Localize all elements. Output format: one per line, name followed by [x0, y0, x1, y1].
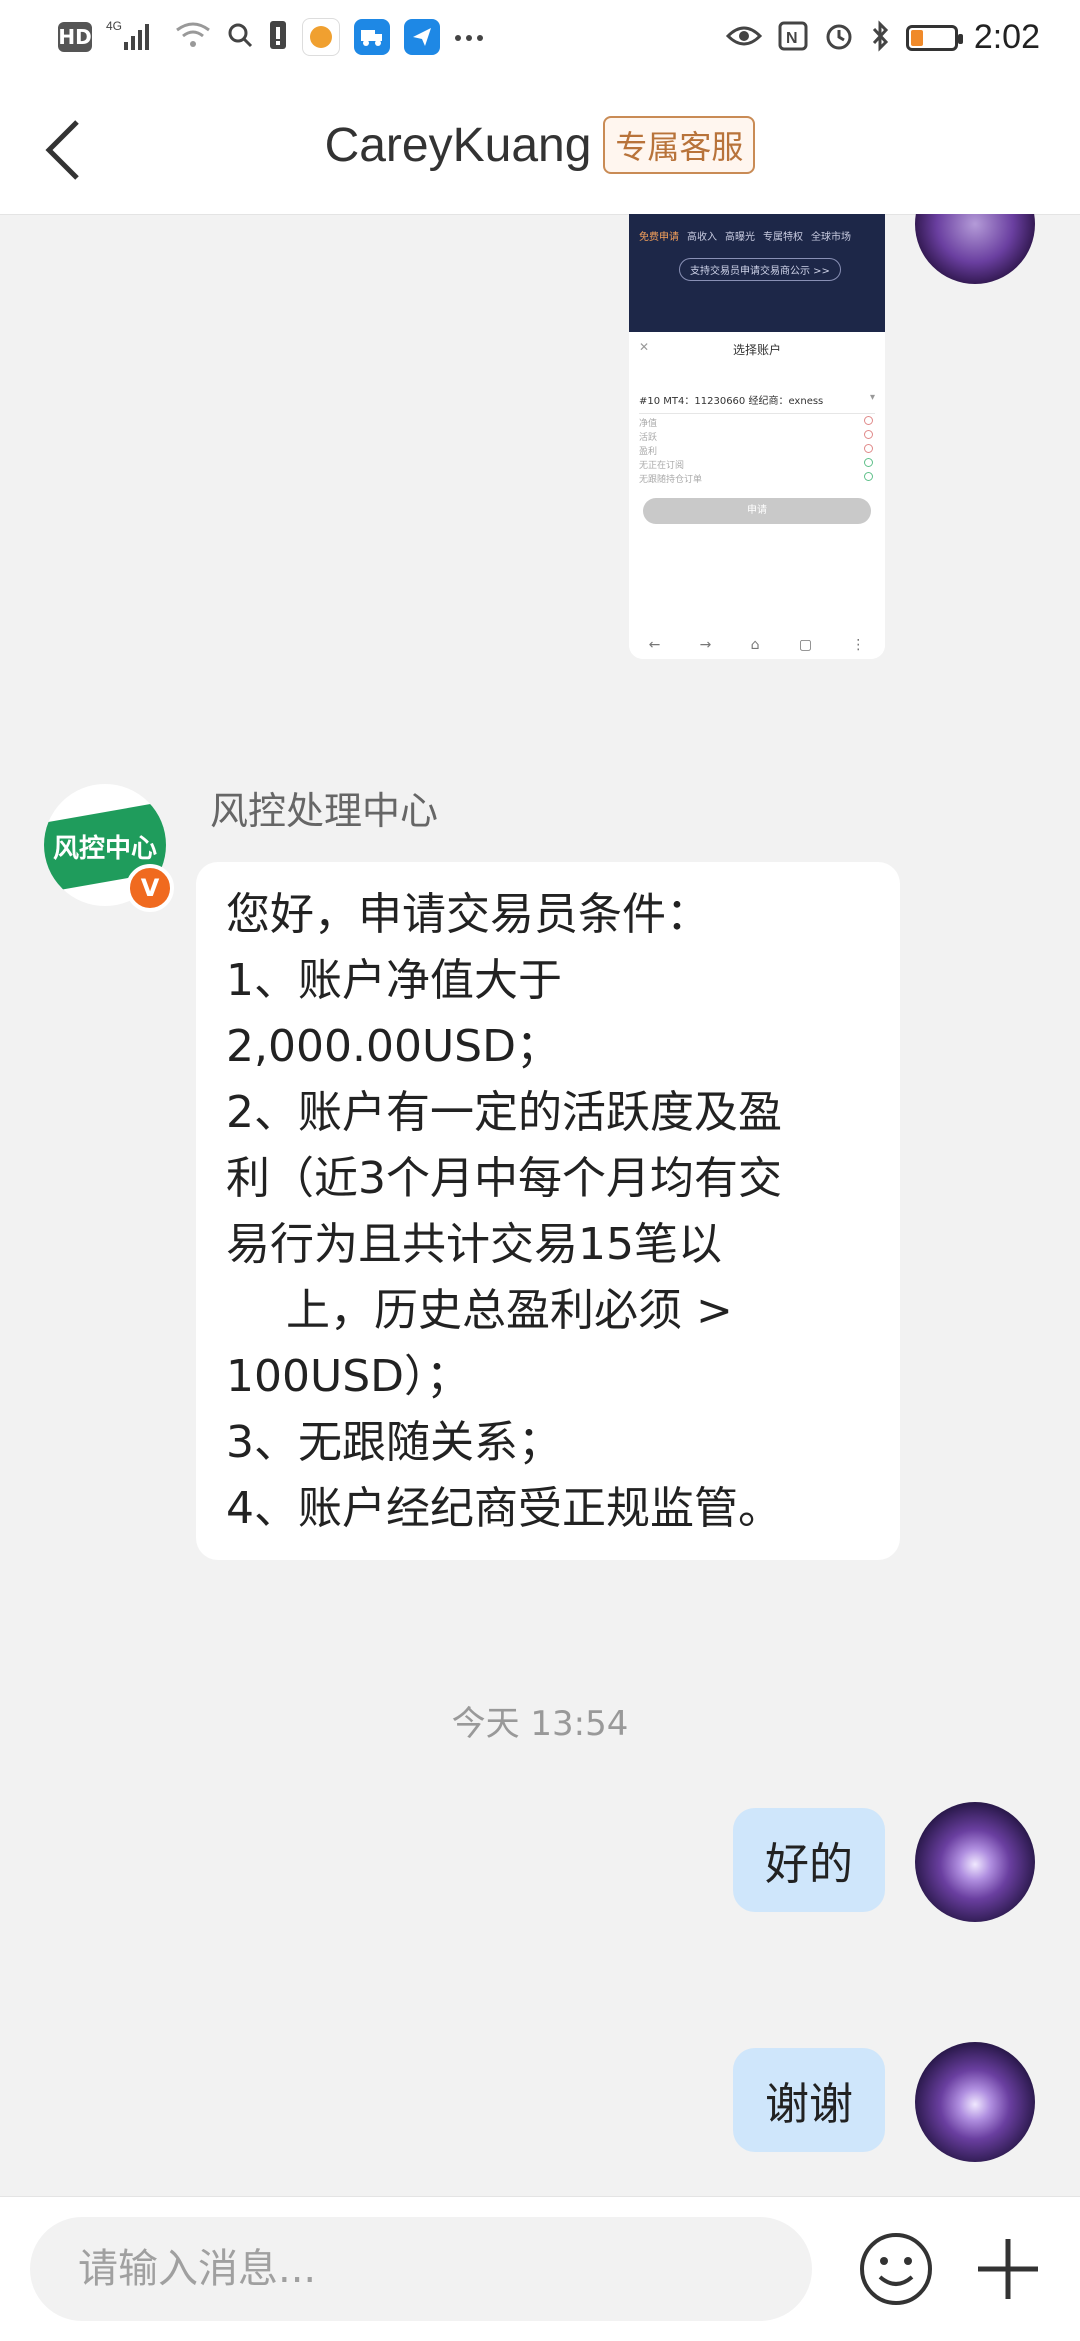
home-icon: ⌂	[750, 637, 760, 653]
delivery-app-icon	[302, 18, 340, 56]
wifi-icon	[174, 20, 212, 54]
pass-icon	[864, 458, 873, 467]
tabs-icon: ▢	[798, 637, 813, 653]
bluetooth-icon	[870, 19, 890, 56]
shared-image-account-value: #10 MT4：11230660 经纪商：exness	[639, 396, 824, 407]
battery-icon	[905, 24, 963, 51]
shared-image-browser-nav: ← → ⌂ ▢ ⋮	[629, 637, 885, 653]
status-left: HD 4G	[58, 18, 484, 56]
shared-image-tabs: 免费申请 高收入 高曝光 专属特权 全球市场	[639, 228, 851, 243]
back-arrow-icon: ←	[648, 637, 661, 653]
message-line: 易行为且共计交易15笔以	[226, 1219, 722, 1270]
emoji-button[interactable]	[856, 2229, 936, 2309]
shared-image-row: 无跟随持仓订单	[639, 472, 873, 485]
exclusive-service-tag: 专属客服	[603, 116, 756, 174]
message-timestamp: 今天 13:54	[451, 1704, 629, 1744]
shared-image-row-label: 活跃	[639, 433, 658, 443]
dropdown-arrow-icon: ▾	[869, 392, 875, 403]
message-line: 2,000.00USD；	[226, 1021, 560, 1072]
clock: 2:02	[973, 18, 1040, 56]
self-avatar[interactable]	[915, 214, 1035, 284]
message-list[interactable]: 免费申请 高收入 高曝光 专属特权 全球市场 支持交易员申请交易商公示 >> ✕…	[0, 214, 1080, 2196]
shared-image-banner: 免费申请 高收入 高曝光 专属特权 全球市场 支持交易员申请交易商公示 >>	[629, 214, 885, 332]
shared-image-tab: 高曝光	[725, 232, 755, 243]
shared-image-message[interactable]: 免费申请 高收入 高曝光 专属特权 全球市场 支持交易员申请交易商公示 >> ✕…	[629, 214, 885, 659]
outgoing-message-text: 好的	[765, 1839, 853, 1890]
sender-name: 风控处理中心	[210, 789, 439, 833]
self-avatar[interactable]	[915, 1802, 1035, 1922]
signal-icon: 4G	[106, 18, 160, 56]
shared-image-tab: 全球市场	[811, 232, 851, 243]
truck-app-icon	[354, 19, 390, 55]
outgoing-message-text: 谢谢	[765, 2079, 853, 2130]
shared-image-row-label: 盈利	[639, 447, 658, 457]
shared-image-row: 盈利	[639, 444, 873, 457]
input-bar	[0, 2196, 1080, 2341]
network-label: 4G	[106, 19, 122, 33]
chat-header: CareyKuang 专属客服	[0, 80, 1080, 215]
smiley-icon	[860, 2233, 932, 2305]
shared-image-row-label: 净值	[639, 419, 658, 429]
send-app-icon	[404, 19, 440, 55]
avatar-logo-text: 风控中心	[52, 834, 157, 864]
header-title-group: CareyKuang 专属客服	[0, 116, 1080, 174]
message-line: 100USD）；	[226, 1351, 470, 1402]
shared-image-row-label: 无跟随持仓订单	[639, 475, 703, 485]
shared-image-apply-button: 申请	[643, 498, 871, 524]
plus-icon	[978, 2239, 1038, 2299]
forward-arrow-icon: →	[699, 637, 712, 653]
status-bar: HD 4G N 2:02	[0, 0, 1080, 80]
shared-image-row: 无正在订阅	[639, 458, 873, 471]
message-line: 1、账户净值大于	[226, 955, 562, 1006]
shared-image-row: 活跃	[639, 430, 873, 443]
shared-image-tab: 专属特权	[763, 232, 803, 243]
alert-icon	[268, 19, 288, 55]
battery-level	[910, 29, 923, 46]
more-icon: ⋮	[851, 637, 866, 653]
shared-image-sheet-title: 选择账户	[732, 343, 781, 357]
shared-image-account: #10 MT4：11230660 经纪商：exness ▾	[639, 392, 875, 414]
search-icon	[226, 21, 254, 53]
shared-image-row: 净值	[639, 416, 873, 429]
verified-badge: V	[126, 864, 174, 912]
message-line: 2、账户有一定的活跃度及盈	[226, 1087, 782, 1138]
message-line: 您好，申请交易员条件：	[226, 889, 710, 940]
fail-icon	[864, 444, 873, 453]
incoming-message-bubble[interactable]: 您好，申请交易员条件： 1、账户净值大于 2,000.00USD； 2、账户有一…	[196, 862, 900, 1560]
shared-image-sheet: ✕ 选择账户 #10 MT4：11230660 经纪商：exness ▾ 净值 …	[629, 332, 885, 659]
hd-badge: HD	[58, 22, 92, 52]
contact-name[interactable]: CareyKuang	[325, 118, 592, 173]
outgoing-message-bubble[interactable]: 好的	[733, 1808, 885, 1912]
message-input[interactable]	[30, 2217, 812, 2321]
shared-image-row-label: 无正在订阅	[639, 461, 685, 471]
message-line: 4、账户经纪商受正规监管。	[226, 1483, 782, 1534]
svg-text:N: N	[786, 30, 798, 47]
message-line: 上，历史总盈利必须 >	[286, 1285, 733, 1336]
shared-image-tab: 高收入	[687, 232, 717, 243]
nfc-icon: N	[778, 21, 808, 55]
status-right: N 2:02	[725, 18, 1040, 57]
shared-image-promo-button: 支持交易员申请交易商公示 >>	[679, 258, 841, 281]
message-line: 3、无跟随关系；	[226, 1417, 562, 1468]
fail-icon	[864, 416, 873, 425]
fail-icon	[864, 430, 873, 439]
pass-icon	[864, 472, 873, 481]
add-attachment-button[interactable]	[968, 2229, 1048, 2309]
alarm-icon	[824, 21, 854, 55]
shared-image-tab: 免费申请	[639, 232, 679, 243]
more-notifications-icon	[454, 28, 484, 47]
message-line: 利（近3个月中每个月均有交	[226, 1153, 782, 1204]
outgoing-message-bubble[interactable]: 谢谢	[733, 2048, 885, 2152]
self-avatar[interactable]	[915, 2042, 1035, 2162]
eye-icon	[725, 24, 762, 52]
